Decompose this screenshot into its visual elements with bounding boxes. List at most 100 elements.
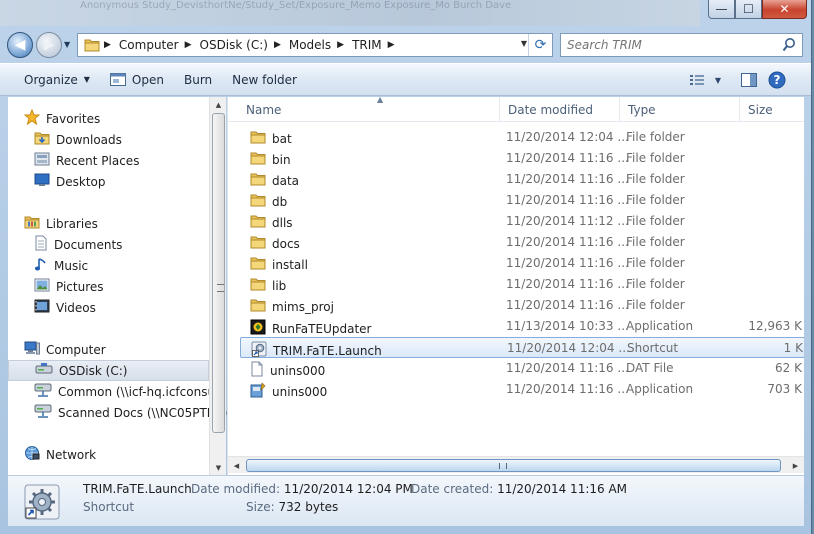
breadcrumb-models[interactable]: Models ▶	[289, 38, 344, 52]
details-file-type: Shortcut	[83, 500, 135, 514]
search-input[interactable]	[567, 38, 777, 52]
file-row[interactable]: docs 11/20/2014 11:16 ... File folder	[240, 232, 804, 253]
details-size-label: Size:	[246, 500, 275, 514]
breadcrumb-osdisk[interactable]: OSDisk (C:) ▶	[200, 38, 281, 52]
organize-label: Organize	[24, 72, 78, 87]
file-date-modified: 11/13/2014 10:33 ...	[506, 319, 629, 333]
sidebar-item-label: Computer	[46, 342, 106, 357]
sidebar-item[interactable]: Libraries	[8, 213, 209, 234]
dat-file-icon	[250, 361, 264, 380]
breadcrumb-root-chevron[interactable]: ▶	[104, 40, 111, 50]
column-name[interactable]: Name ▲	[238, 97, 500, 122]
address-bar[interactable]: ▶ Computer ▶ OSDisk (C:) ▶ Models ▶ TRIM ▶ ▼…	[77, 33, 553, 57]
breadcrumb-chevron-icon[interactable]: ▶	[274, 40, 281, 50]
scrollbar-thumb[interactable]	[212, 113, 225, 433]
file-row[interactable]: bat 11/20/2014 12:04 ... File folder	[240, 127, 804, 148]
sidebar-item[interactable]: Computer	[8, 339, 209, 360]
breadcrumb-trim[interactable]: TRIM ▶	[352, 38, 394, 52]
search-icon[interactable]	[782, 37, 796, 53]
horizontal-scrollbar-thumb[interactable]	[246, 459, 781, 472]
back-button[interactable]: ◀	[7, 32, 33, 58]
file-name: TRIM.FaTE.Launch	[273, 343, 382, 358]
file-name: lib	[272, 278, 287, 293]
new-folder-button[interactable]: New folder	[222, 68, 307, 92]
scroll-down-arrow-icon[interactable]: ▼	[210, 460, 227, 475]
breadcrumb-chevron-icon[interactable]: ▶	[185, 40, 192, 50]
documents-icon	[34, 235, 48, 254]
file-list-horizontal-scrollbar[interactable]: ◀ ▶	[228, 456, 804, 473]
sidebar-item[interactable]: Favorites	[8, 108, 209, 129]
sidebar-item[interactable]: Videos	[8, 297, 209, 318]
music-icon	[34, 256, 48, 275]
scroll-up-arrow-icon[interactable]: ▲	[210, 97, 227, 112]
scroll-right-arrow-icon[interactable]: ▶	[787, 458, 804, 473]
column-type[interactable]: Type	[620, 97, 740, 122]
folder-icon	[250, 256, 266, 273]
column-header-row: Name ▲ Date modified Type Size	[228, 97, 804, 122]
file-row[interactable]: TRIM.FaTE.Launch 11/20/2014 12:04 ... Shor…	[240, 337, 804, 358]
breadcrumb-chevron-icon[interactable]: ▶	[388, 40, 395, 50]
file-row[interactable]: unins000 11/20/2014 11:16 ... DAT File 62 K	[240, 358, 804, 379]
sidebar-item[interactable]: Pictures	[8, 276, 209, 297]
navigation-pane-scrollbar[interactable]: ▲ ▼	[209, 97, 226, 475]
column-size[interactable]: Size	[740, 97, 804, 122]
file-date-modified: 11/20/2014 11:16 ...	[506, 277, 629, 291]
drive-icon	[35, 362, 53, 379]
details-view-icon	[690, 75, 704, 85]
sidebar-item[interactable]: OSDisk (C:)	[8, 360, 209, 381]
file-row[interactable]: lib 11/20/2014 11:16 ... File folder	[240, 274, 804, 295]
sidebar-item[interactable]: Music	[8, 255, 209, 276]
sidebar-item[interactable]: Recent Places	[8, 150, 209, 171]
file-name-cell: bin	[250, 151, 291, 168]
file-name-cell: bat	[250, 130, 292, 147]
file-row[interactable]: RunFaTEUpdater 11/13/2014 10:33 ... Applic…	[240, 316, 804, 337]
scrollbar-grip-icon	[217, 284, 224, 292]
file-row[interactable]: install 11/20/2014 11:16 ... File folder	[240, 253, 804, 274]
sidebar-item-label: Desktop	[56, 174, 106, 189]
close-button[interactable]: ✕	[762, 0, 807, 19]
sidebar-item[interactable]: Downloads	[8, 129, 209, 150]
file-name-cell: lib	[250, 277, 286, 294]
burn-button[interactable]: Burn	[174, 68, 222, 92]
sidebar-item[interactable]: Network	[8, 444, 209, 465]
file-type: Application	[626, 382, 694, 396]
file-date-modified: 11/20/2014 11:16 ...	[506, 151, 629, 165]
installer-icon	[250, 382, 266, 401]
breadcrumb-chevron-icon[interactable]: ▶	[337, 40, 344, 50]
sidebar-item[interactable]: Common (\\icf-hq.icfconsul	[8, 381, 218, 402]
file-date-modified: 11/20/2014 11:12 ...	[506, 214, 629, 228]
file-date-modified: 11/20/2014 11:16 ...	[506, 382, 629, 396]
sidebar-item[interactable]: Scanned Docs (\\NC05PTR1)	[8, 402, 227, 423]
view-options-dropdown[interactable]: ▼	[711, 69, 725, 91]
file-name-cell: RunFaTEUpdater	[250, 319, 371, 338]
minimize-button[interactable]: —	[708, 0, 735, 19]
sidebar-item[interactable]: Documents	[8, 234, 209, 255]
breadcrumb-computer[interactable]: Computer ▶	[119, 38, 192, 52]
recent-places-icon	[34, 152, 50, 169]
file-row[interactable]: mims_proj 11/20/2014 11:16 ... File folder	[240, 295, 804, 316]
column-date-modified[interactable]: Date modified	[500, 97, 620, 122]
file-row[interactable]: data 11/20/2014 11:16 ... File folder	[240, 169, 804, 190]
sidebar-item[interactable]: Desktop	[8, 171, 209, 192]
address-history-dropdown[interactable]: ▼	[521, 39, 527, 48]
organize-button[interactable]: Organize ▼	[14, 68, 100, 92]
file-row[interactable]: unins000 11/20/2014 11:16 ... Application 7…	[240, 379, 804, 400]
change-view-button[interactable]	[683, 69, 711, 91]
search-box[interactable]	[560, 33, 803, 57]
refresh-button[interactable]: ⟳	[528, 34, 552, 56]
maximize-button[interactable]: ☐	[735, 0, 762, 19]
forward-button[interactable]: ▶	[36, 32, 62, 58]
file-name: install	[272, 257, 308, 272]
file-date-modified: 11/20/2014 11:16 ...	[506, 361, 629, 375]
recent-pages-dropdown[interactable]: ▼	[64, 40, 70, 49]
open-button[interactable]: Open	[100, 68, 174, 92]
file-date-modified: 11/20/2014 12:04 ...	[506, 130, 629, 144]
file-row[interactable]: bin 11/20/2014 11:16 ... File folder	[240, 148, 804, 169]
help-button[interactable]: ?	[763, 69, 791, 91]
file-row[interactable]: db 11/20/2014 11:16 ... File folder	[240, 190, 804, 211]
scroll-left-arrow-icon[interactable]: ◀	[228, 458, 245, 473]
file-row[interactable]: dlls 11/20/2014 11:12 ... File folder	[240, 211, 804, 232]
downloads-folder-icon	[34, 131, 50, 148]
preview-pane-button[interactable]	[735, 69, 763, 91]
sidebar-item-label: Documents	[54, 237, 123, 252]
